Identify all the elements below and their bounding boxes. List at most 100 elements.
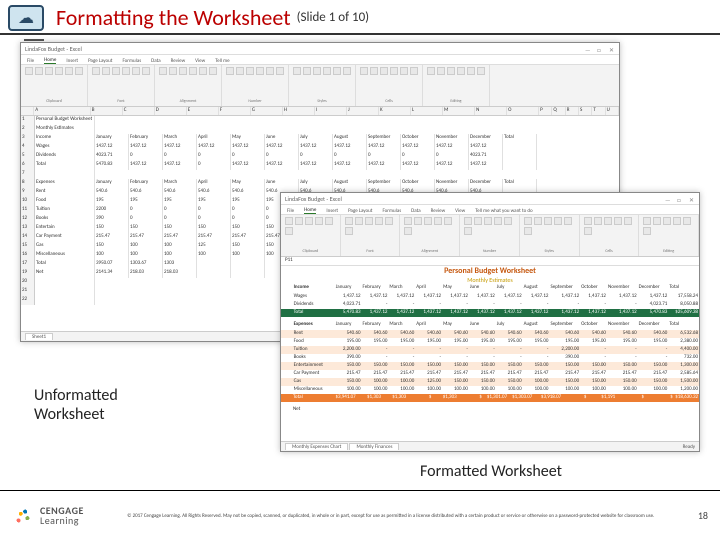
cell[interactable]: - bbox=[496, 301, 523, 309]
ribbon-button-icon[interactable] bbox=[464, 217, 472, 225]
cell[interactable]: January bbox=[95, 179, 129, 188]
ribbon-button-icon[interactable] bbox=[35, 67, 43, 75]
close-icon[interactable]: ✕ bbox=[609, 46, 615, 52]
cell[interactable]: June bbox=[265, 179, 299, 188]
cell[interactable]: 1,437.12 bbox=[362, 293, 389, 301]
column-header[interactable]: Q bbox=[552, 107, 565, 115]
cell[interactable]: $ bbox=[562, 394, 587, 402]
cell[interactable]: 540.60 bbox=[469, 330, 496, 338]
cell[interactable]: 2,200.00 bbox=[549, 346, 580, 354]
cell[interactable]: - bbox=[415, 354, 442, 362]
cell[interactable]: 1,437.12 bbox=[335, 293, 362, 301]
cell[interactable]: August bbox=[523, 321, 550, 330]
row-header[interactable]: 20 bbox=[21, 278, 35, 287]
table-row[interactable]: 7 bbox=[21, 170, 619, 179]
minimize-icon[interactable]: — bbox=[585, 46, 591, 52]
row-header[interactable]: 2 bbox=[21, 125, 35, 134]
row-header[interactable]: 22 bbox=[21, 296, 35, 305]
cell[interactable]: - bbox=[523, 346, 550, 354]
row-label[interactable]: Entertainment bbox=[293, 362, 335, 370]
cell[interactable]: June bbox=[469, 284, 496, 293]
ribbon-button-icon[interactable] bbox=[256, 67, 264, 75]
ribbon-button-icon[interactable] bbox=[437, 67, 445, 75]
cell[interactable]: $1,191 bbox=[587, 394, 616, 402]
cell[interactable]: - bbox=[415, 301, 442, 309]
ribbon-button-icon[interactable] bbox=[375, 217, 383, 225]
cell[interactable]: 1437.12 bbox=[129, 143, 163, 152]
cell[interactable] bbox=[231, 260, 265, 269]
cell[interactable]: October bbox=[401, 179, 435, 188]
row-label[interactable]: Miscellaneous bbox=[293, 386, 335, 394]
row-label[interactable]: Total bbox=[293, 309, 335, 317]
table-row[interactable]: Total5,470.831,437.121,437.121,437.121,4… bbox=[281, 309, 699, 317]
column-header[interactable]: S bbox=[579, 107, 592, 115]
cell[interactable]: 195.00 bbox=[335, 338, 362, 346]
cell[interactable]: $ bbox=[458, 394, 483, 402]
cell[interactable]: 150.00 bbox=[469, 362, 496, 370]
cell[interactable]: 5470.83 bbox=[95, 161, 129, 170]
cell[interactable]: 125.00 bbox=[415, 378, 442, 386]
column-header[interactable]: H bbox=[283, 107, 315, 115]
row-header[interactable]: 17 bbox=[21, 260, 35, 269]
cell[interactable]: 0 bbox=[197, 161, 231, 170]
cell[interactable]: July bbox=[496, 284, 523, 293]
cell[interactable]: Food bbox=[35, 197, 95, 206]
cell[interactable]: April bbox=[197, 179, 231, 188]
cell[interactable]: 1437.12 bbox=[265, 143, 299, 152]
ribbon-button-icon[interactable] bbox=[624, 217, 632, 225]
minimize-icon[interactable]: — bbox=[665, 196, 671, 202]
cell[interactable]: 0 bbox=[197, 152, 231, 161]
cell[interactable] bbox=[35, 287, 95, 296]
table-row[interactable]: 3IncomeJanuaryFebruaryMarchAprilMayJuneJ… bbox=[21, 134, 619, 143]
cell[interactable]: - bbox=[469, 301, 496, 309]
cell[interactable]: Total bbox=[503, 134, 537, 143]
row-header[interactable]: 14 bbox=[21, 233, 35, 242]
cell[interactable]: $1,303 bbox=[382, 394, 407, 402]
ribbon-button-icon[interactable] bbox=[390, 67, 398, 75]
ribbon-button-icon[interactable] bbox=[464, 227, 472, 235]
cell[interactable]: 1,437.12 bbox=[415, 293, 442, 301]
sheet-tab[interactable]: Sheet1 bbox=[25, 333, 53, 340]
column-header[interactable]: J bbox=[347, 107, 379, 115]
cell[interactable]: 540.60 bbox=[362, 330, 389, 338]
cell[interactable]: 150 bbox=[231, 224, 265, 233]
cell[interactable]: $1,303 bbox=[432, 394, 457, 402]
cell[interactable]: - bbox=[415, 346, 442, 354]
cell[interactable]: 150.00 bbox=[469, 378, 496, 386]
cell[interactable] bbox=[587, 406, 616, 414]
table-row[interactable]: Books390.00-------390.00---732.00 bbox=[281, 354, 699, 362]
cell[interactable]: 195.00 bbox=[388, 338, 415, 346]
cell[interactable]: Dividends bbox=[35, 152, 95, 161]
cell[interactable]: 100.00 bbox=[523, 378, 550, 386]
ribbon-button-icon[interactable] bbox=[643, 217, 651, 225]
table-row[interactable]: 1Personal Budget Worksheet bbox=[21, 116, 619, 125]
ribbon-button-icon[interactable] bbox=[305, 217, 313, 225]
cell[interactable]: Income bbox=[293, 284, 335, 293]
table-row[interactable]: Net bbox=[281, 406, 699, 414]
cell[interactable]: $1,301.07 bbox=[483, 394, 508, 402]
cell[interactable]: 1,437.12 bbox=[523, 309, 550, 317]
cell[interactable]: 1,437.12 bbox=[442, 309, 469, 317]
cell[interactable]: 1,437.12 bbox=[549, 309, 580, 317]
ribbon-button-icon[interactable] bbox=[427, 67, 435, 75]
cell[interactable]: 100.00 bbox=[335, 386, 362, 394]
cell[interactable]: 1,437.12 bbox=[469, 309, 496, 317]
cell[interactable]: Rent bbox=[35, 188, 95, 197]
cell[interactable]: 100.00 bbox=[442, 386, 469, 394]
column-header[interactable]: G bbox=[251, 107, 283, 115]
ribbon-button-icon[interactable] bbox=[385, 217, 393, 225]
ribbon-button-icon[interactable] bbox=[75, 67, 83, 75]
column-header[interactable]: E bbox=[187, 107, 219, 115]
cell[interactable]: 100 bbox=[129, 251, 163, 260]
cell[interactable]: 1437.12 bbox=[435, 143, 469, 152]
cell[interactable] bbox=[645, 406, 674, 414]
column-header[interactable]: T bbox=[592, 107, 605, 115]
cell[interactable]: - bbox=[442, 301, 469, 309]
cell[interactable]: 195.00 bbox=[580, 338, 607, 346]
ribbon-button-icon[interactable] bbox=[122, 67, 130, 75]
cell[interactable]: October bbox=[580, 321, 607, 330]
cell[interactable]: December bbox=[638, 284, 669, 293]
cell[interactable]: 100.00 bbox=[362, 378, 389, 386]
ribbon-tab[interactable]: File bbox=[27, 58, 34, 64]
column-header[interactable]: B bbox=[91, 107, 123, 115]
